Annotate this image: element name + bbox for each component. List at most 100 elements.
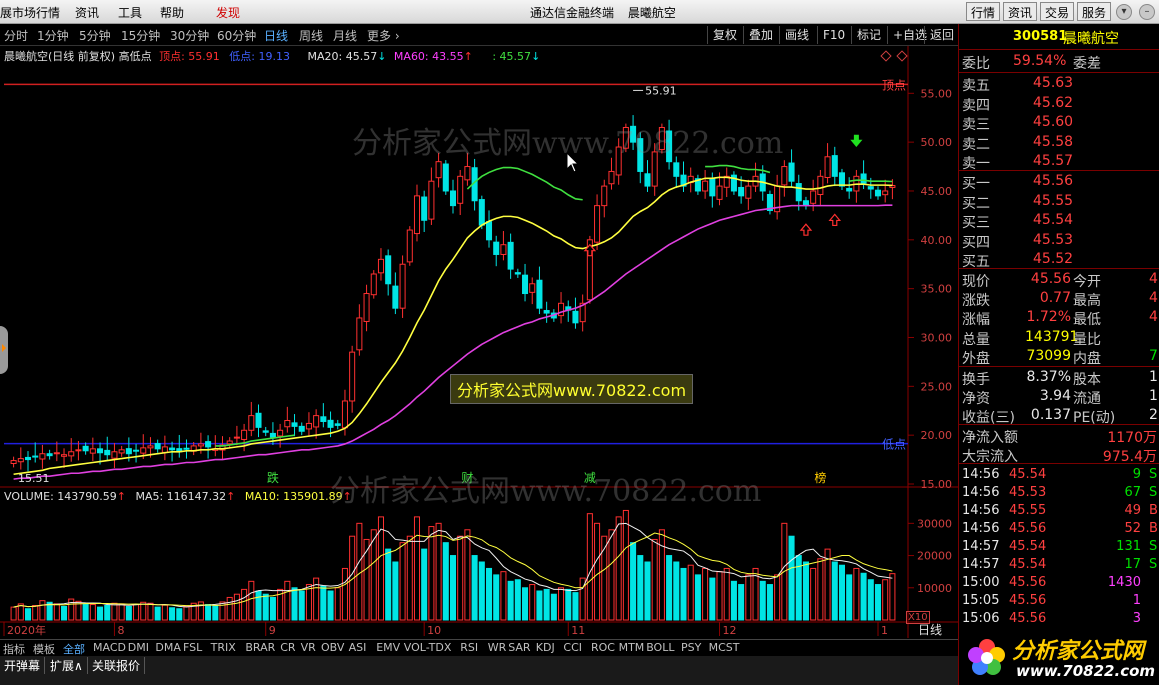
btn-mark[interactable]: 标记 — [851, 26, 886, 44]
indicator-tab[interactable]: DMA — [155, 641, 181, 654]
indicator-tab[interactable]: OBV — [321, 641, 344, 654]
volume-bar — [666, 555, 673, 621]
indicator-tab[interactable]: TRIX — [211, 641, 236, 654]
volume-bar — [428, 526, 435, 621]
indicator-tab[interactable]: CCI — [563, 641, 582, 654]
tick-price: 45.56 — [1009, 593, 1047, 608]
period-weekly[interactable]: 周线 — [299, 27, 323, 44]
candle-body — [831, 155, 838, 177]
candle-body — [140, 447, 147, 454]
volume-bar — [406, 535, 413, 621]
quote-row: 外盘 73099 内盘 7 — [959, 347, 1159, 367]
btn-draw-line[interactable]: 画线 — [779, 26, 814, 44]
indicator-tab[interactable]: 模板 — [33, 641, 55, 657]
btn-expand[interactable]: 扩展∧ — [46, 657, 88, 674]
indicator-tab[interactable]: VOL-TDX — [404, 641, 452, 654]
webi-value: 59.54% — [1013, 53, 1067, 69]
candle-body — [277, 429, 284, 437]
menu-market[interactable]: 展市场行情 — [0, 4, 60, 21]
btn-overlay[interactable]: 叠加 — [743, 26, 778, 44]
indicator-tab[interactable]: FSL — [183, 641, 202, 654]
btn-trade[interactable]: 交易 — [1040, 2, 1075, 21]
indicator-tab[interactable]: RSI — [460, 641, 478, 654]
minimize-icon[interactable]: – — [1139, 4, 1155, 20]
period-60min[interactable]: 60分钟 — [217, 27, 256, 44]
candle-body — [111, 451, 118, 459]
volume-bar — [435, 522, 442, 621]
period-timeshare[interactable]: 分时 — [4, 27, 28, 44]
indicator-tab[interactable]: 全部 — [63, 641, 85, 657]
candle-body — [75, 449, 82, 452]
indicator-tab[interactable]: KDJ — [536, 641, 555, 654]
volume-bar — [860, 572, 867, 621]
quote-value: 4 — [1149, 290, 1158, 307]
volume-bar — [536, 590, 543, 621]
kline-chart[interactable]: 顶点 低点 55.00 50.00 45.00 40.00 35.00 30.00 25.00… — [0, 46, 958, 638]
period-toolbar: 分时 1分钟 5分钟 15分钟 30分钟 60分钟 日线 周线 月线 更多 › … — [0, 24, 958, 46]
candle-body — [413, 195, 421, 235]
btn-danmaku[interactable]: 开弹幕 — [0, 657, 46, 674]
period-monthly[interactable]: 月线 — [333, 27, 357, 44]
candle-body — [421, 196, 428, 221]
candle-body — [370, 273, 377, 296]
volume-bar — [327, 590, 334, 621]
tick-row: 14:57 45.54 17 S — [959, 556, 1159, 575]
period-more[interactable]: 更多 › — [367, 27, 400, 44]
btn-service[interactable]: 服务 — [1077, 2, 1112, 21]
bid-price: 45.52 — [1033, 251, 1074, 267]
price-tick-label: 35.00 — [921, 283, 953, 296]
quote-label: 外盘 — [962, 350, 990, 367]
quote-row: 涨幅 1.72% 最低 4 — [959, 308, 1159, 328]
volume-bar — [385, 548, 392, 621]
indicator-tab[interactable]: WR — [488, 641, 507, 654]
period-daily[interactable]: 日线 — [264, 27, 288, 44]
period-5min[interactable]: 5分钟 — [79, 27, 111, 44]
indicator-tab[interactable]: SAR — [508, 641, 530, 654]
btn-info[interactable]: 资讯 — [1003, 2, 1038, 21]
period-30min[interactable]: 30分钟 — [170, 27, 209, 44]
ask-row: 卖三 45.60 — [959, 113, 1159, 133]
fund-value: 0.137 — [1030, 407, 1071, 423]
price-tick-label: 55.00 — [921, 87, 953, 100]
candle-body — [399, 263, 406, 309]
indicator-tab[interactable]: PSY — [681, 641, 701, 654]
date-tick-label: 12 — [723, 624, 737, 637]
volume-tick-label: 10000 — [917, 582, 952, 595]
indicator-tab[interactable]: MACD — [93, 641, 126, 654]
btn-related-quotes[interactable]: 关联报价 — [88, 657, 146, 674]
watermark-box: 分析家公式网www.70822.com — [450, 374, 694, 404]
btn-restore-rights[interactable]: 复权 — [707, 26, 742, 44]
candle-body — [104, 449, 111, 456]
indicator-tab[interactable]: MCST — [709, 641, 740, 654]
menu-tools[interactable]: 工具 — [118, 4, 142, 21]
indicator-tab[interactable]: 指标 — [3, 641, 25, 657]
candle-body — [24, 456, 32, 461]
volume-bar — [680, 567, 687, 621]
price-tick-label: 50.00 — [921, 136, 953, 149]
ask-price: 45.60 — [1033, 114, 1074, 130]
tick-side: B — [1149, 521, 1158, 536]
period-1min[interactable]: 1分钟 — [37, 27, 69, 44]
indicator-tab[interactable]: DMI — [128, 641, 149, 654]
menu-news[interactable]: 资讯 — [75, 4, 99, 21]
volume-bar — [241, 588, 248, 621]
indicator-tab[interactable]: BRAR — [245, 641, 275, 654]
candle-body — [867, 186, 874, 190]
menu-help[interactable]: 帮助 — [160, 4, 184, 21]
btn-quotes[interactable]: 行情 — [966, 2, 1001, 21]
indicator-tab[interactable]: VR — [301, 641, 316, 654]
side-collapse-handle[interactable] — [0, 326, 8, 374]
btn-f10[interactable]: F10 — [817, 26, 850, 44]
indicator-tab[interactable]: EMV — [376, 641, 400, 654]
bid-price: 45.54 — [1033, 212, 1074, 228]
menu-discover[interactable]: 发现 — [216, 4, 240, 21]
dropdown-icon[interactable]: ▾ — [1116, 4, 1132, 20]
indicator-tab[interactable]: ROC — [591, 641, 615, 654]
indicator-tab[interactable]: ASI — [349, 641, 367, 654]
ask-price: 45.58 — [1033, 133, 1074, 150]
indicator-tab[interactable]: BOLL — [646, 641, 674, 654]
period-15min[interactable]: 15分钟 — [121, 27, 160, 44]
indicator-tab[interactable]: MTM — [619, 641, 645, 654]
indicator-tab[interactable]: CR — [280, 641, 295, 654]
btn-back[interactable]: 返回 — [924, 26, 959, 44]
